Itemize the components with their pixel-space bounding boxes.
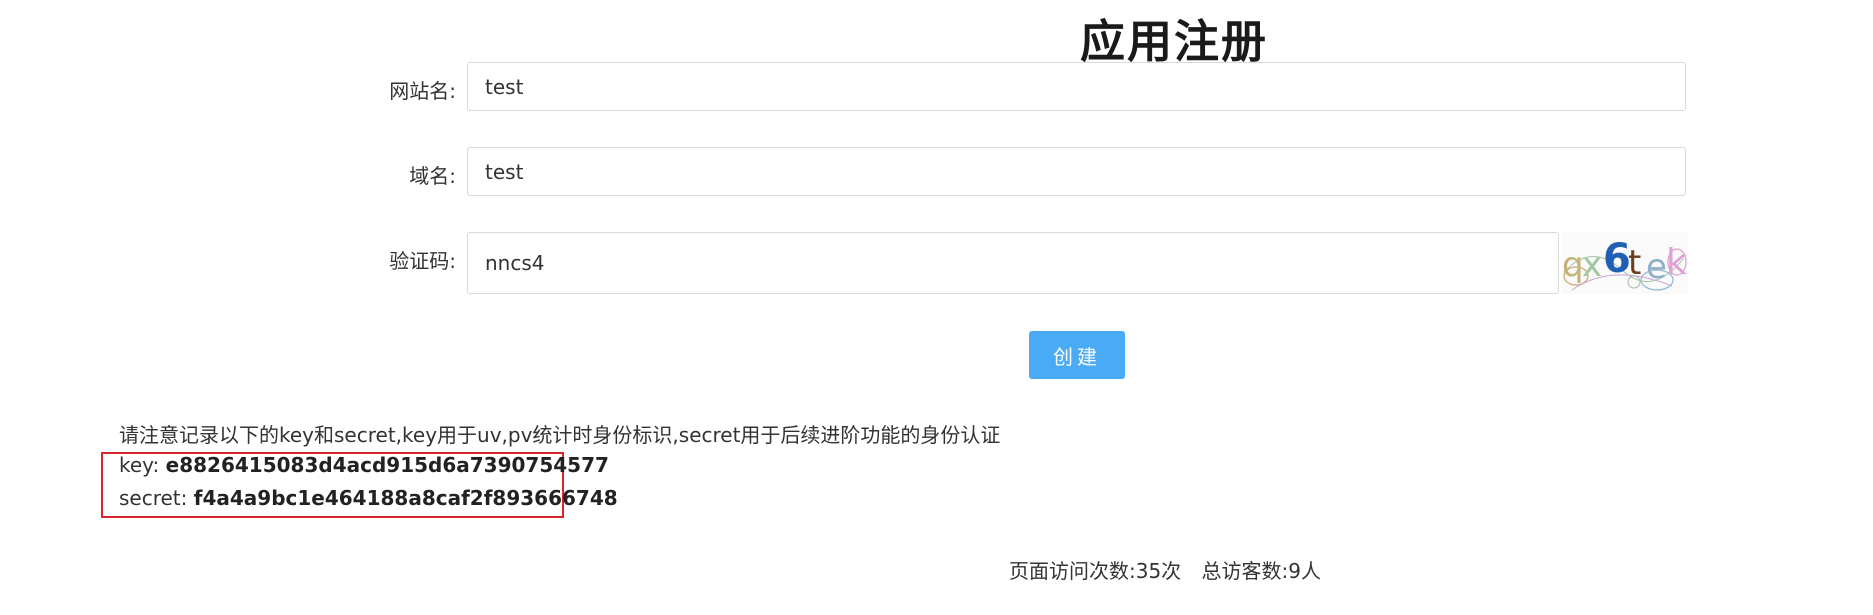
app-register-page: 应用注册 网站名: 域名: 验证码: q x 6 t e k 创建 请注意记录以… <box>0 0 1873 615</box>
secret-value: f4a4a9bc1e464188a8caf2f893666748 <box>193 486 618 510</box>
captcha-char-3: 6 <box>1603 236 1631 282</box>
page-visits-count: 页面访问次数:35次 <box>1009 559 1182 583</box>
captcha-char-6: k <box>1666 242 1687 283</box>
secret-label: secret: <box>119 486 188 510</box>
secret-row: secret: f4a4a9bc1e464188a8caf2f893666748 <box>119 486 618 510</box>
captcha-image[interactable]: q x 6 t e k <box>1562 232 1688 294</box>
captcha-char-1: q <box>1562 245 1584 285</box>
domain-label: 域名: <box>409 164 456 188</box>
visit-stats: 页面访问次数:35次 总访客数:9人 <box>1009 555 1321 584</box>
captcha-char-2: x <box>1582 245 1602 285</box>
site-name-input[interactable] <box>467 62 1686 111</box>
site-name-label: 网站名: <box>389 79 456 103</box>
domain-input[interactable] <box>467 147 1686 196</box>
captcha-input[interactable] <box>467 232 1559 294</box>
captcha-label: 验证码: <box>389 249 456 273</box>
create-button[interactable]: 创建 <box>1029 331 1125 379</box>
page-title: 应用注册 <box>1080 15 1269 68</box>
captcha-char-4: t <box>1628 243 1641 283</box>
key-label: key: <box>119 453 160 477</box>
captcha-char-5: e <box>1646 247 1667 287</box>
key-row: key: e8826415083d4acd915d6a7390754577 <box>119 453 609 477</box>
total-visitors-count: 总访客数:9人 <box>1201 559 1322 583</box>
credentials-notice: 请注意记录以下的key和secret,key用于uv,pv统计时身份标识,sec… <box>119 423 1001 447</box>
captcha-graphic: q x 6 t e k <box>1562 236 1687 291</box>
key-value: e8826415083d4acd915d6a7390754577 <box>165 453 609 477</box>
